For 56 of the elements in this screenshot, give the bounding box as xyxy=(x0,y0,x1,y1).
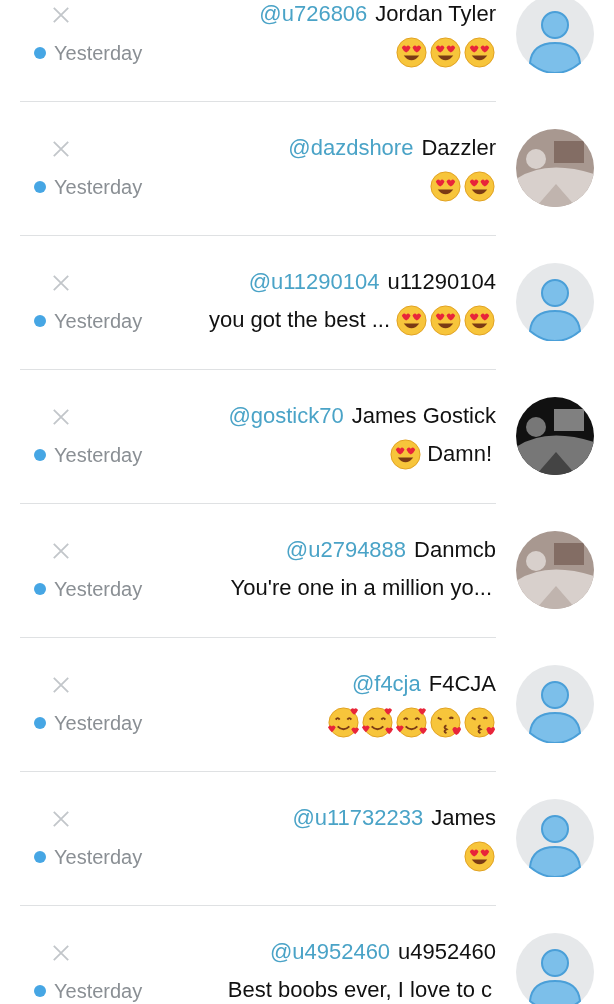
timestamp: Yesterday xyxy=(54,309,143,332)
close-icon[interactable] xyxy=(52,139,70,158)
user-name: F4CJA xyxy=(428,672,496,697)
user-name: James Gostick xyxy=(351,404,496,429)
avatar-icon xyxy=(516,799,594,877)
smiling-face-hearts-icon xyxy=(327,706,360,739)
heart-eyes-face-icon xyxy=(429,304,462,337)
heart-eyes-face-icon xyxy=(463,304,496,337)
heart-eyes-face-icon xyxy=(463,170,496,203)
timestamp: Yesterday xyxy=(54,41,143,64)
avatar-icon xyxy=(516,0,594,73)
timestamp: Yesterday xyxy=(54,175,143,198)
message-preview: Damn! xyxy=(427,442,492,467)
heart-eyes-face-icon xyxy=(463,36,496,69)
smiling-face-hearts-icon xyxy=(395,706,428,739)
kissing-face-icon xyxy=(429,706,462,739)
timestamp: Yesterday xyxy=(54,577,143,600)
heart-eyes-face-icon xyxy=(463,840,496,873)
close-icon[interactable] xyxy=(52,5,70,24)
smiling-face-hearts-icon xyxy=(361,706,394,739)
user-handle[interactable]: @dazdshore xyxy=(288,136,414,161)
avatar-icon xyxy=(516,263,594,341)
user-handle[interactable]: @u11290104 xyxy=(248,270,380,295)
close-icon[interactable] xyxy=(52,675,70,694)
heart-eyes-face-icon xyxy=(389,438,423,471)
kissing-face-icon xyxy=(463,706,496,739)
heart-eyes-face-icon xyxy=(429,170,462,203)
message-preview: You're one in a million yo... xyxy=(230,576,492,601)
user-handle[interactable]: @u4952460 xyxy=(269,940,391,965)
timestamp: Yesterday xyxy=(54,979,143,1002)
user-handle[interactable]: @gostick70 xyxy=(228,404,344,429)
user-name: u4952460 xyxy=(398,940,496,965)
close-icon[interactable] xyxy=(52,273,70,292)
message-preview: you got the best ... xyxy=(209,308,390,333)
close-icon[interactable] xyxy=(52,943,70,962)
heart-eyes-face-icon xyxy=(429,36,462,69)
close-icon[interactable] xyxy=(52,809,70,828)
user-name: Dazzler xyxy=(421,136,496,161)
timestamp: Yesterday xyxy=(54,845,143,868)
user-name: u11290104 xyxy=(387,270,496,295)
user-name: James xyxy=(431,806,496,831)
close-icon[interactable] xyxy=(52,407,70,426)
user-name: Danmcb xyxy=(414,538,496,563)
timestamp: Yesterday xyxy=(54,711,143,734)
timestamp: Yesterday xyxy=(54,443,143,466)
message-preview: Best boobs ever, I love to c xyxy=(227,978,492,1003)
user-handle[interactable]: @u11732233 xyxy=(292,806,424,831)
user-name: Jordan Tyler xyxy=(375,2,496,27)
heart-eyes-face-icon xyxy=(395,36,428,69)
user-handle[interactable]: @u2794888 xyxy=(285,538,407,563)
avatar-icon xyxy=(516,665,594,743)
avatar-icon xyxy=(516,933,594,1004)
user-handle[interactable]: @u726806 xyxy=(259,2,368,27)
heart-eyes-face-icon xyxy=(395,304,428,337)
close-icon[interactable] xyxy=(52,541,70,560)
user-handle[interactable]: @f4cja xyxy=(351,672,421,697)
